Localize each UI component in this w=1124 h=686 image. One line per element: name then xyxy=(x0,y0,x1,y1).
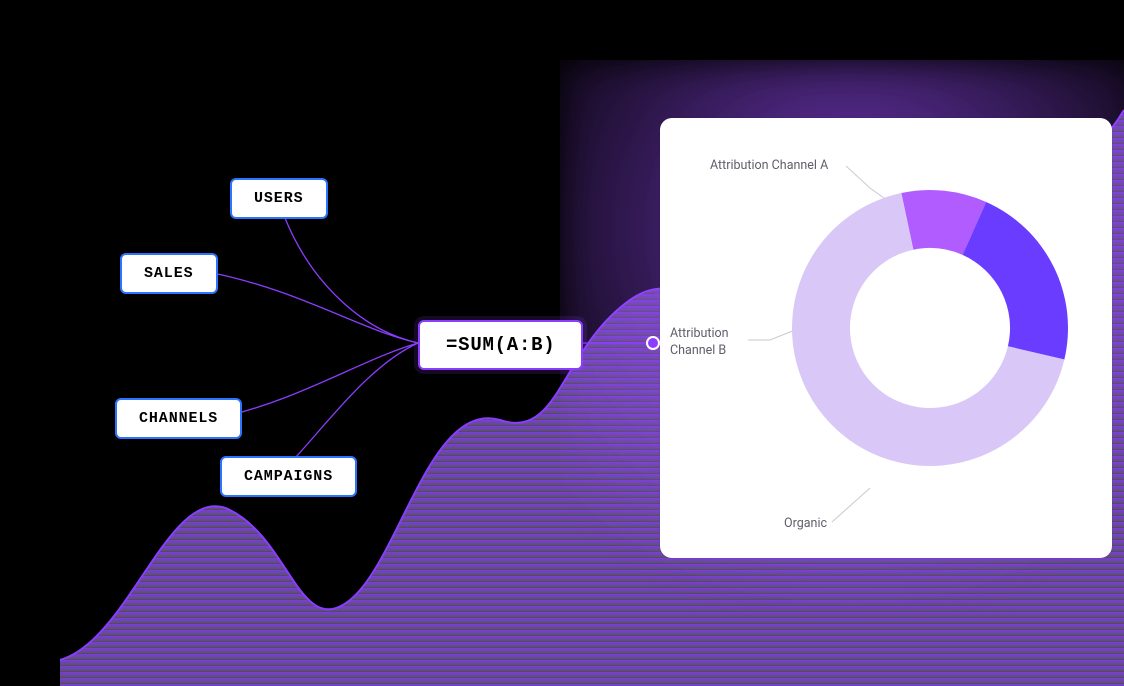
tag-campaigns-label: CAMPAIGNS xyxy=(244,468,333,485)
label-channel-b-text: Attribution Channel B xyxy=(670,326,729,358)
formula-pill: =SUM(A:B) xyxy=(418,320,583,370)
label-channel-b: Attribution Channel B xyxy=(670,326,750,360)
donut-segment xyxy=(963,202,1068,360)
diagram-stage: USERS SALES CHANNELS CAMPAIGNS =SUM(A:B)… xyxy=(0,0,1124,686)
tag-sales-label: SALES xyxy=(144,265,194,282)
donut-chart xyxy=(780,178,1080,478)
donut-segments xyxy=(792,190,1068,466)
tag-campaigns: CAMPAIGNS xyxy=(220,456,357,497)
label-channel-a: Attribution Channel A xyxy=(710,158,828,175)
tag-channels-label: CHANNELS xyxy=(139,410,218,427)
label-organic: Organic xyxy=(784,516,827,533)
connector-dot-icon xyxy=(648,338,658,348)
tag-channels: CHANNELS xyxy=(115,398,242,439)
formula-text: =SUM(A:B) xyxy=(446,334,555,356)
tag-sales: SALES xyxy=(120,253,218,294)
donut-card: Attribution Channel A Attribution Channe… xyxy=(660,118,1112,558)
tag-users: USERS xyxy=(230,178,328,219)
tag-users-label: USERS xyxy=(254,190,304,207)
